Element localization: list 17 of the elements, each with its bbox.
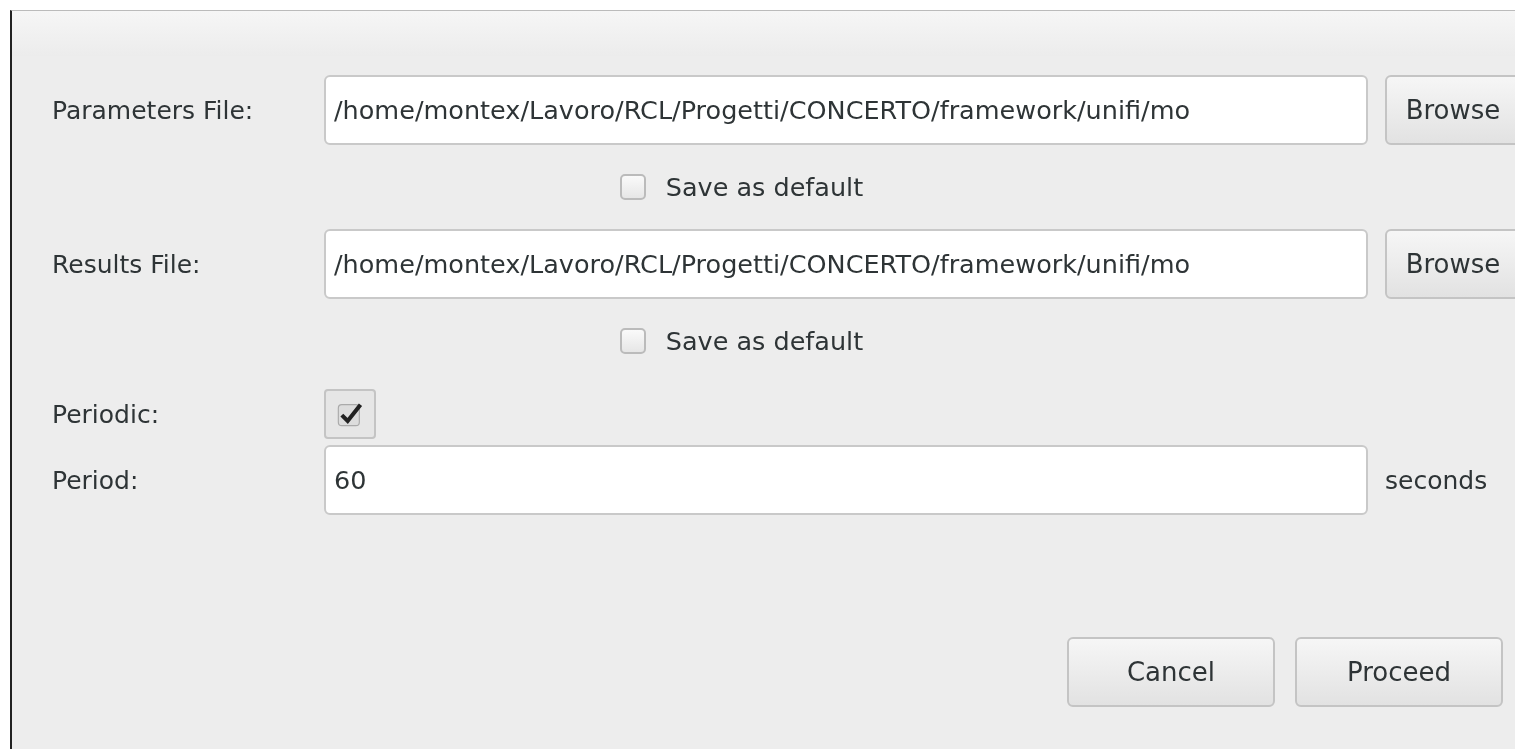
path-field[interactable]: /home/montex/Lavoro/RCL/Progetti/CONCERTO/framework/unifi/mo [324,75,1368,145]
dialog-button[interactable]: Proceed [1295,637,1503,707]
field-label: Period: [52,465,140,495]
checkbox[interactable] [324,389,376,439]
browse-button[interactable]: Browse [1385,229,1515,299]
unit-label: seconds [1385,465,1489,495]
dialog-button[interactable]: Cancel [1067,637,1275,707]
field-label: Parameters File: [52,95,255,125]
checkbox-label: Save as default [665,172,864,202]
browse-button[interactable]: Browse [1385,75,1515,145]
path-field[interactable]: /home/montex/Lavoro/RCL/Progetti/CONCERTO/framework/unifi/mo [324,229,1368,299]
checkbox[interactable] [619,174,646,200]
field-label: Results File: [52,249,202,279]
period-field[interactable]: 60 [324,445,1368,515]
field-label: Periodic: [52,399,161,429]
checkbox-label: Save as default [665,326,864,356]
checkbox[interactable] [619,328,646,354]
